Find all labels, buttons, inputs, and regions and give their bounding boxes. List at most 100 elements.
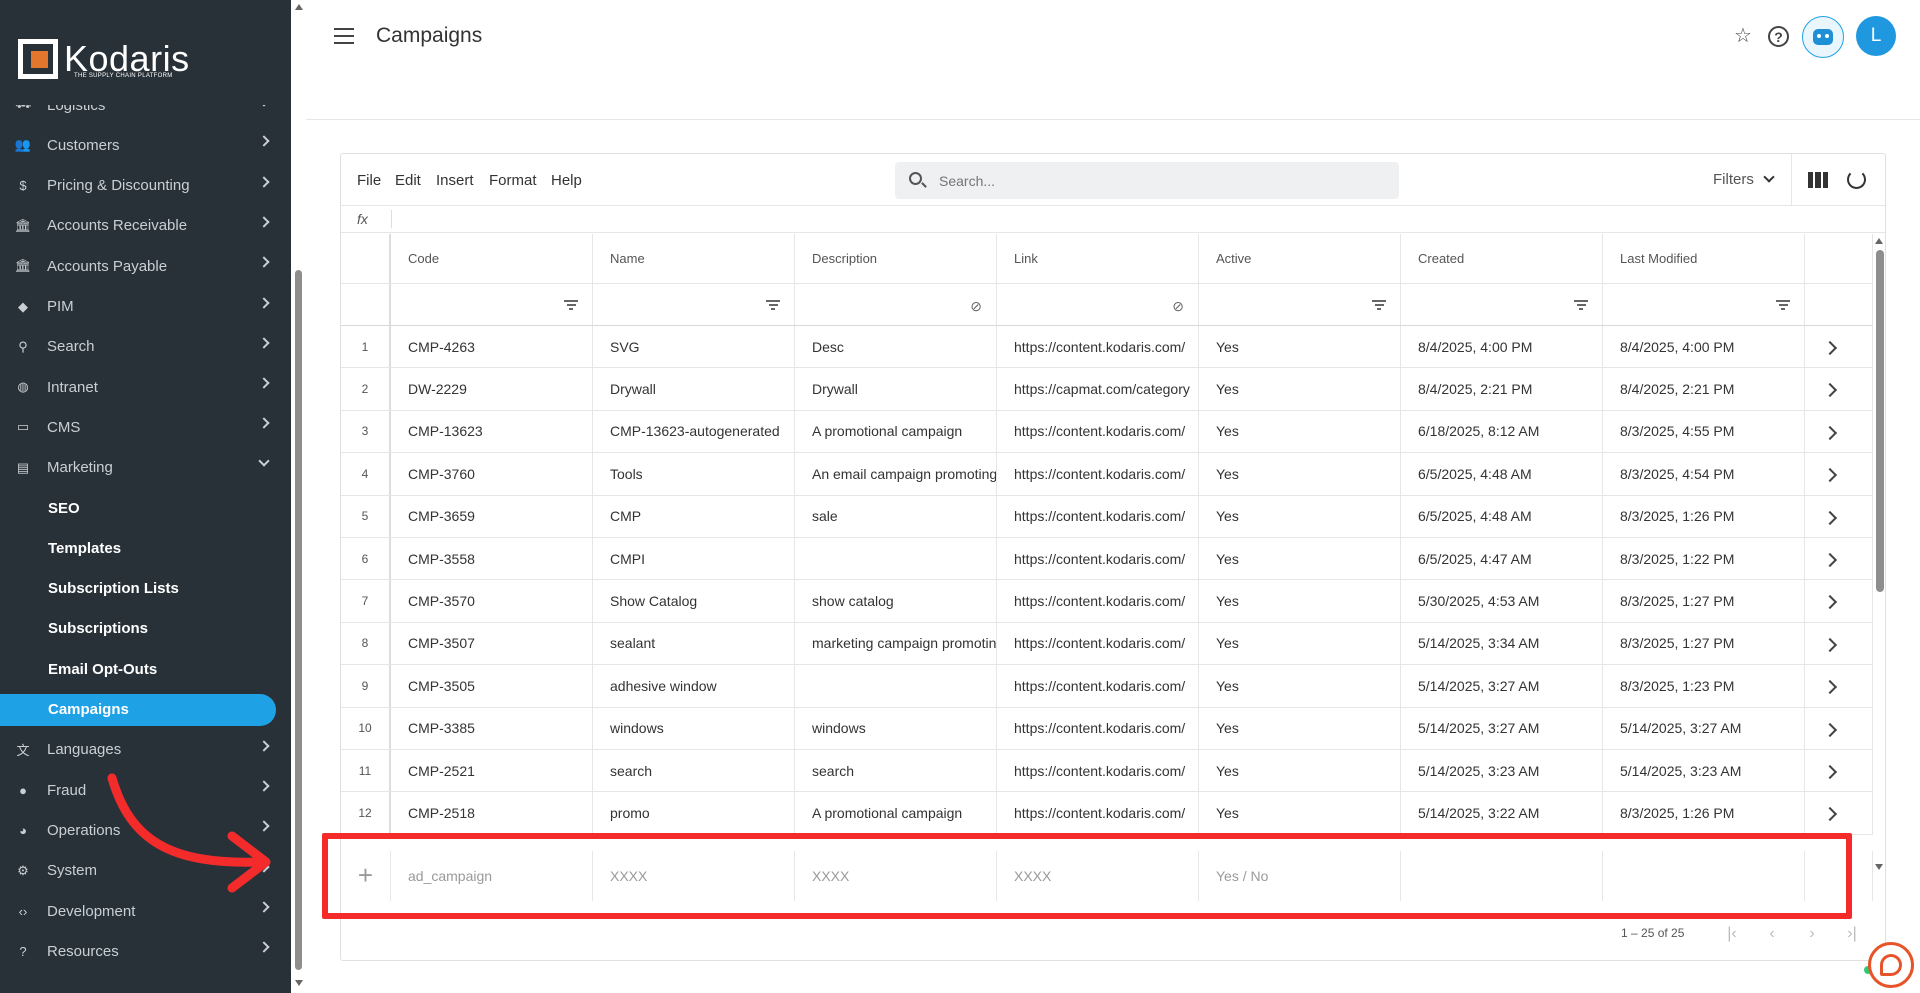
row-action-cell[interactable] — [1805, 495, 1873, 537]
column-header-last-modified[interactable]: Last Modified — [1603, 234, 1805, 283]
link-cell[interactable]: https://content.kodaris.com/ — [997, 410, 1199, 453]
chat-widget-button[interactable] — [1868, 942, 1914, 988]
active-cell[interactable]: Yes — [1199, 326, 1401, 368]
chevron-right-icon[interactable] — [1805, 326, 1872, 367]
sidebar-item-logistics[interactable]: ⛟ Logistics — [0, 105, 276, 125]
modified-cell[interactable]: 8/3/2025, 1:26 PM — [1603, 792, 1805, 834]
modified-cell[interactable]: 8/3/2025, 4:55 PM — [1603, 410, 1805, 453]
description-cell[interactable]: A promotional campaign — [795, 792, 997, 834]
column-header-active[interactable]: Active — [1199, 234, 1401, 283]
created-cell[interactable]: 8/4/2025, 4:00 PM — [1401, 326, 1603, 368]
new-row-field[interactable]: XXXX — [593, 850, 795, 901]
table-row[interactable]: 3 CMP-13623 CMP-13623-autogenerated A promo… — [341, 410, 1873, 454]
row-action-cell[interactable] — [1805, 665, 1873, 707]
chevron-right-icon[interactable] — [258, 740, 270, 752]
created-cell[interactable]: 8/4/2025, 2:21 PM — [1401, 368, 1603, 410]
created-cell[interactable]: 6/5/2025, 4:48 AM — [1401, 495, 1603, 537]
filter-icon[interactable] — [1372, 300, 1386, 310]
row-action-cell[interactable] — [1805, 410, 1873, 453]
assistant-bot-button[interactable] — [1802, 16, 1844, 58]
sidebar-item-development[interactable]: ‹› Development — [0, 891, 276, 931]
created-cell[interactable]: 5/14/2025, 3:22 AM — [1401, 792, 1603, 834]
kodaris-logo[interactable]: Kodaris THE SUPPLY CHAIN PLATFORM — [18, 34, 190, 84]
menu-insert[interactable]: Insert — [436, 172, 474, 189]
sidebar-item-operations[interactable]: ◕ Operations — [0, 810, 276, 850]
column-header-link[interactable]: Link — [997, 234, 1199, 283]
scrollbar-thumb[interactable] — [295, 270, 302, 970]
sidebar-subitem-templates[interactable]: Templates — [0, 532, 276, 564]
created-cell[interactable]: 5/14/2025, 3:23 AM — [1401, 750, 1603, 792]
name-cell[interactable]: CMP-13623-autogenerated — [593, 410, 795, 453]
sidebar-item-search[interactable]: ⚲ Search — [0, 327, 276, 367]
modified-cell[interactable]: 8/3/2025, 1:26 PM — [1603, 495, 1805, 537]
sidebar-item-cms[interactable]: ▭ CMS — [0, 407, 276, 447]
row-action-cell[interactable] — [1805, 326, 1873, 368]
code-cell[interactable]: CMP-3570 — [391, 580, 593, 622]
code-cell[interactable]: CMP-3505 — [391, 665, 593, 707]
menu-help[interactable]: Help — [551, 172, 582, 189]
chevron-right-icon[interactable] — [258, 820, 270, 833]
link-cell[interactable]: https://content.kodaris.com/ — [997, 538, 1199, 580]
filter-icon[interactable] — [766, 300, 780, 310]
help-icon[interactable]: ? — [1768, 26, 1789, 47]
sidebar-subitem-seo[interactable]: SEO — [0, 492, 276, 524]
last-page-icon[interactable]: ›| — [1841, 924, 1863, 944]
table-row[interactable]: 9 CMP-3505 adhesive window https://content.… — [341, 665, 1873, 708]
chevron-right-icon[interactable] — [258, 175, 270, 188]
new-row-entry[interactable]: + ad_campaign XXXX XXXX XXXX Yes / No — [341, 850, 1873, 901]
table-row[interactable]: 1 CMP-4263 SVG Desc https://content.kodaris.… — [341, 326, 1873, 369]
chevron-right-icon[interactable] — [1805, 538, 1872, 579]
description-cell[interactable] — [795, 538, 997, 580]
table-row[interactable]: 7 CMP-3570 Show Catalog show catalog https:/… — [341, 580, 1873, 623]
description-cell[interactable]: search — [795, 750, 997, 792]
sidebar-item-pim[interactable]: ◆ PIM — [0, 287, 276, 327]
chevron-right-icon[interactable] — [258, 216, 270, 228]
chevron-right-icon[interactable] — [1805, 453, 1872, 494]
description-cell[interactable]: A promotional campaign — [795, 410, 997, 453]
description-cell[interactable]: Drywall — [795, 368, 997, 410]
next-page-icon[interactable]: › — [1801, 924, 1823, 944]
name-cell[interactable]: sealant — [593, 622, 795, 665]
new-row-field[interactable] — [1603, 850, 1805, 901]
menu-format[interactable]: Format — [489, 172, 537, 189]
columns-icon[interactable] — [1808, 172, 1828, 188]
user-avatar[interactable]: L — [1856, 16, 1896, 56]
new-row-field[interactable]: XXXX — [997, 850, 1199, 901]
link-cell[interactable]: https://content.kodaris.com/ — [997, 792, 1199, 834]
column-header-created[interactable]: Created — [1401, 234, 1603, 283]
name-cell[interactable]: Drywall — [593, 368, 795, 410]
chevron-right-icon[interactable] — [1805, 368, 1872, 409]
sidebar-item-accounts-payable[interactable]: 🏛 Accounts Payable — [0, 246, 276, 286]
active-cell[interactable]: Yes — [1199, 665, 1401, 707]
link-cell[interactable]: https://capmat.com/category — [997, 368, 1199, 410]
modified-cell[interactable]: 8/3/2025, 1:27 PM — [1603, 580, 1805, 622]
first-page-icon[interactable]: |‹ — [1721, 924, 1743, 944]
scroll-down-icon[interactable] — [295, 980, 303, 986]
grid-scrollbar[interactable] — [1873, 234, 1885, 877]
name-cell[interactable]: search — [593, 750, 795, 792]
scroll-down-icon[interactable] — [1875, 864, 1883, 870]
chevron-right-icon[interactable] — [258, 377, 270, 389]
previous-page-icon[interactable]: ‹ — [1761, 924, 1783, 944]
column-header-description[interactable]: Description — [795, 234, 997, 283]
description-cell[interactable]: An email campaign promoting — [795, 453, 997, 495]
code-cell[interactable]: CMP-3385 — [391, 707, 593, 749]
chevron-right-icon[interactable] — [258, 256, 270, 268]
code-cell[interactable]: DW-2229 — [391, 368, 593, 410]
sidebar-subitem-subscription-lists[interactable]: Subscription Lists — [0, 573, 276, 605]
column-filter-cell[interactable] — [1401, 284, 1603, 325]
modified-cell[interactable]: 5/14/2025, 3:27 AM — [1603, 707, 1805, 749]
new-row-field[interactable]: Yes / No — [1199, 850, 1401, 901]
chevron-down-icon[interactable] — [1763, 171, 1775, 183]
new-row-field[interactable] — [1401, 850, 1603, 901]
row-action-cell[interactable] — [1805, 368, 1873, 410]
active-cell[interactable]: Yes — [1199, 368, 1401, 410]
created-cell[interactable]: 6/5/2025, 4:48 AM — [1401, 453, 1603, 495]
sidebar-item-system[interactable]: ⚙ System — [0, 851, 276, 891]
modified-cell[interactable]: 8/3/2025, 1:22 PM — [1603, 538, 1805, 580]
sidebar-item-resources[interactable]: ? Resources — [0, 931, 276, 971]
chevron-right-icon[interactable] — [258, 135, 270, 147]
formula-bar[interactable]: fx — [341, 206, 1885, 233]
chevron-right-icon[interactable] — [1805, 708, 1872, 749]
chevron-right-icon[interactable] — [258, 861, 270, 873]
